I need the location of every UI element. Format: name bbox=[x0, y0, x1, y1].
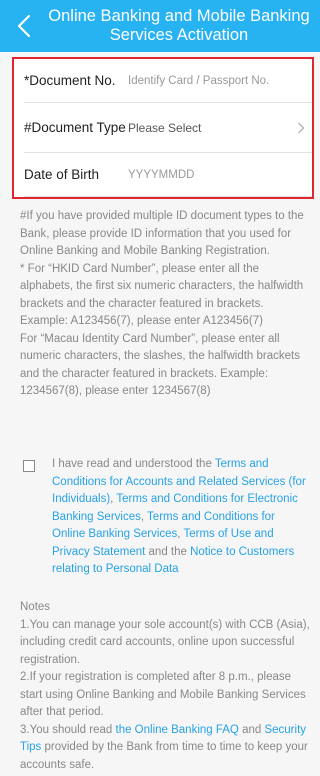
back-button[interactable] bbox=[10, 12, 38, 40]
note-2: 2.If your registration is completed afte… bbox=[20, 671, 306, 718]
document-type-row[interactable]: #Document Type Please Select bbox=[24, 103, 312, 153]
note-3-text: and bbox=[238, 723, 265, 736]
terms-checkbox[interactable] bbox=[23, 460, 35, 472]
notes-section: Notes 1.You can manage your sole account… bbox=[20, 599, 310, 774]
note-3-text: 3.You should read bbox=[20, 723, 116, 736]
terms-text: I have read and understood the Terms and… bbox=[52, 456, 310, 578]
document-no-label: *Document No. bbox=[24, 72, 116, 88]
chevron-right-icon bbox=[290, 122, 312, 134]
faq-link[interactable]: the Online Banking FAQ bbox=[116, 724, 239, 736]
dob-row: Date of Birth bbox=[24, 153, 312, 197]
terms-agreement: I have read and understood the Terms and… bbox=[20, 456, 312, 578]
page-title: Online Banking and Mobile Banking Servic… bbox=[48, 7, 310, 44]
instruction-hkid: * For “HKID Card Number”, please enter a… bbox=[20, 262, 304, 328]
instruction-multiple-id: #If you have provided multiple ID docume… bbox=[20, 210, 304, 257]
dob-label: Date of Birth bbox=[24, 166, 100, 182]
dob-input[interactable] bbox=[128, 168, 312, 181]
chevron-left-icon bbox=[17, 14, 31, 38]
note-1: 1.You can manage your sole account(s) wi… bbox=[20, 618, 310, 666]
terms-text-part: and the bbox=[145, 545, 191, 558]
id-instructions: #If you have provided multiple ID docume… bbox=[20, 208, 310, 401]
document-type-label: #Document Type bbox=[24, 119, 126, 135]
note-3: 3.You should read the Online Banking FAQ… bbox=[20, 722, 310, 775]
document-type-select[interactable]: Please Select bbox=[128, 121, 290, 135]
instruction-macau-id: For “Macau Identity Card Number”, please… bbox=[20, 332, 300, 398]
activation-form: *Document No. #Document Type Please Sele… bbox=[12, 57, 314, 199]
document-no-row: *Document No. bbox=[24, 59, 312, 103]
document-no-input[interactable] bbox=[128, 74, 312, 87]
note-3-text: provided by the Bank from time to time t… bbox=[20, 741, 308, 771]
notes-heading: Notes bbox=[20, 601, 51, 613]
terms-text-part: I have read and understood the bbox=[52, 458, 215, 470]
header-bar: Online Banking and Mobile Banking Servic… bbox=[0, 0, 320, 52]
